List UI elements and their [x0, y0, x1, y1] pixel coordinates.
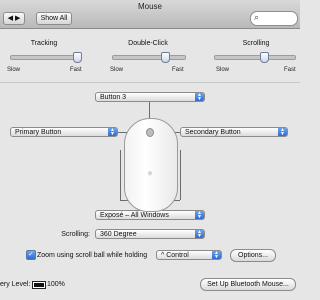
double-click-slider-track[interactable]: [112, 55, 186, 60]
tracking-label: Tracking: [30, 40, 58, 47]
double-click-slider-thumb[interactable]: [161, 52, 171, 63]
zoom-modifier-popup[interactable]: ^ Control ▲ ▼: [156, 250, 222, 260]
double-click-label: Double-Click: [128, 40, 168, 47]
chevron-updown-icon: ▲ ▼: [278, 128, 287, 137]
tracking-slider-thumb[interactable]: [72, 52, 82, 63]
connector-line-bottom-right: [180, 150, 181, 200]
battery-icon: [32, 281, 46, 289]
scrolling-min-label: Slow: [216, 67, 230, 73]
scroll-ball: [146, 128, 154, 137]
chevron-updown-icon: ▲ ▼: [195, 93, 204, 102]
scrolling-mode-value: 360 Degree: [100, 231, 137, 238]
scrolling-slider-track[interactable]: [214, 55, 296, 60]
primary-button-popup[interactable]: Primary Button ▲ ▼: [10, 127, 118, 137]
button-3-value: Button 3: [100, 94, 127, 101]
set-up-bluetooth-mouse-button[interactable]: Set Up Bluetooth Mouse...: [200, 278, 296, 291]
chevron-updown-icon: ▲ ▼: [195, 230, 204, 239]
battery-level-value: 100%: [47, 281, 65, 288]
show-all-button[interactable]: Show All: [36, 12, 72, 25]
scrolling-label: Scrolling: [242, 40, 270, 47]
secondary-button-value: Secondary Button: [185, 129, 241, 136]
separator: [0, 82, 300, 83]
apple-logo-icon: ●: [147, 168, 154, 179]
chevron-updown-icon: ▲ ▼: [108, 128, 117, 137]
tracking-slider-track[interactable]: [10, 55, 82, 60]
battery-level-label: ery Level:: [0, 281, 31, 288]
chevron-updown-icon: ▲ ▼: [195, 211, 204, 220]
connector-line-bottom-left: [120, 150, 121, 200]
battery-fill: [34, 283, 44, 287]
primary-button-value: Primary Button: [15, 129, 62, 136]
options-button[interactable]: Options...: [230, 249, 276, 262]
zoom-modifier-value: ^ Control: [161, 252, 189, 259]
tracking-min-label: Slow: [7, 67, 21, 73]
search-icon: ⌕: [254, 12, 260, 22]
back-forward-buttons[interactable]: ◀ ▶: [3, 12, 25, 25]
scrolling-mode-label: Scrolling:: [61, 231, 90, 238]
search-input[interactable]: ⌕: [250, 11, 298, 26]
button-3-popup[interactable]: Button 3 ▲ ▼: [95, 92, 205, 102]
expose-value: Exposé – All Windows: [100, 212, 169, 219]
secondary-button-popup[interactable]: Secondary Button ▲ ▼: [180, 127, 288, 137]
scrolling-max-label: Fast: [284, 67, 296, 73]
chevron-updown-icon: ▲ ▼: [212, 251, 221, 260]
checkmark-icon: ✓: [28, 251, 34, 258]
window-title: Mouse: [137, 2, 162, 11]
zoom-checkbox[interactable]: ✓: [26, 250, 36, 260]
zoom-label: Zoom using scroll ball while holding: [37, 252, 148, 259]
scrolling-slider-thumb[interactable]: [259, 52, 269, 63]
scrolling-mode-popup[interactable]: 360 Degree ▲ ▼: [95, 229, 205, 239]
double-click-min-label: Slow: [110, 67, 124, 73]
double-click-max-label: Fast: [172, 67, 184, 73]
tracking-max-label: Fast: [70, 67, 82, 73]
